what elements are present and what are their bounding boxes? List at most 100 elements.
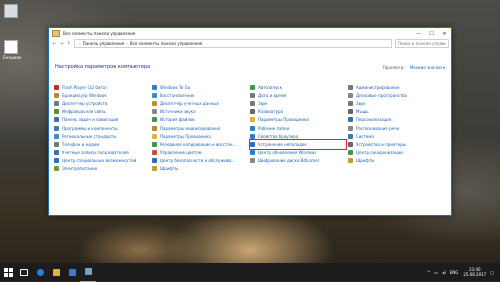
control-panel-item[interactable]: Телефон и модем: [54, 140, 150, 148]
item-label: Устранение неполадок: [258, 141, 307, 147]
header-row: Настройка параметров компьютера Просмотр…: [49, 60, 451, 74]
control-panel-item[interactable]: Управление цветом: [152, 149, 248, 157]
item-icon: [250, 150, 255, 156]
search-input[interactable]: Поиск в панели управления ⌕: [395, 39, 449, 48]
edge-browser-icon[interactable]: [32, 263, 48, 281]
title-bar[interactable]: Все элементы панели управления — ☐ ✕: [49, 28, 451, 39]
close-button[interactable]: ✕: [438, 28, 451, 39]
item-label: Диспетчер устройств: [62, 100, 108, 106]
volume-icon[interactable]: ◂): [442, 270, 446, 275]
item-icon: [250, 125, 255, 131]
control-panel-item[interactable]: Устройства и принтеры: [348, 140, 444, 148]
item-icon: [250, 92, 255, 98]
item-icon: [54, 166, 59, 172]
control-panel-item[interactable]: Центр специальных возможностей: [54, 157, 150, 165]
breadcrumb-control-panel[interactable]: Панель управления: [83, 41, 125, 46]
control-panel-item[interactable]: Брандмауэр Windows: [54, 91, 150, 99]
control-panel-item[interactable]: Параметры Проводника: [152, 132, 248, 140]
control-panel-item[interactable]: Панель задач и навигация: [54, 116, 150, 124]
item-icon: [250, 117, 255, 123]
control-panel-item[interactable]: Диспетчер устройств: [54, 99, 150, 107]
desktop-icon-untitled[interactable]: Безымян: [3, 40, 22, 60]
item-label: Параметры Проводника: [160, 133, 211, 139]
control-panel-item[interactable]: Дата и время: [250, 91, 346, 99]
control-panel-item[interactable]: Резервное копирование и восстан…: [152, 140, 248, 148]
control-panel-item[interactable]: Персонализация: [348, 116, 444, 124]
item-icon: [152, 92, 157, 98]
item-icon: [54, 158, 59, 164]
item-icon: [54, 150, 59, 156]
item-label: Звук: [258, 100, 268, 106]
control-panel-item[interactable]: История файлов: [152, 116, 248, 124]
recycle-bin-icon: [4, 4, 18, 18]
address-box[interactable]: › Панель управления › Все элементы панел…: [74, 39, 392, 48]
item-icon: [152, 109, 157, 115]
task-view-button[interactable]: [16, 263, 32, 281]
control-panel-item[interactable]: Электропитание: [54, 165, 150, 173]
control-panel-icon: [52, 30, 60, 37]
item-label: Центр специальных возможностей: [62, 158, 137, 164]
up-arrow-icon[interactable]: ↑: [65, 41, 72, 47]
minimize-button[interactable]: —: [412, 28, 425, 39]
control-panel-item[interactable]: Мышь: [348, 108, 444, 116]
control-panel-item[interactable]: Windows To Go: [152, 83, 248, 91]
control-panel-item[interactable]: Flash Player (32 бита): [54, 83, 150, 91]
control-panel-item[interactable]: Клавиатура: [250, 108, 346, 116]
control-panel-item[interactable]: Центр обновления Windows: [250, 149, 346, 157]
control-panel-item[interactable]: Центр синхронизации: [348, 149, 444, 157]
item-icon: [54, 125, 59, 131]
clock[interactable]: 23:40 25.08.2017: [463, 267, 486, 277]
control-panel-item[interactable]: Рабочие папки: [250, 124, 346, 132]
control-panel-item[interactable]: Звук: [348, 99, 444, 107]
control-panel-item[interactable]: Параметры индексирования: [152, 124, 248, 132]
item-icon: [348, 133, 353, 139]
item-label: Центр обновления Windows: [258, 150, 317, 156]
control-panel-item[interactable]: Центр безопасности и обслужива…: [152, 157, 248, 165]
control-panel-item[interactable]: Администрирование: [348, 83, 444, 91]
item-icon: [54, 133, 59, 139]
item-label: Windows To Go: [160, 84, 191, 90]
control-panel-item[interactable]: Звук: [250, 99, 346, 107]
breadcrumb-all-items[interactable]: Все элементы панели управления: [130, 41, 202, 46]
store-icon[interactable]: [64, 263, 80, 281]
control-panel-item[interactable]: Шрифты: [348, 157, 444, 165]
control-panel-item[interactable]: Региональные стандарты: [54, 132, 150, 140]
items-column: Автозапуск Дата и время Звук Клавиатура Пара…: [249, 83, 347, 173]
control-panel-item[interactable]: Шрифты: [152, 165, 248, 173]
control-panel-item[interactable]: Устранение неполадок: [249, 139, 347, 150]
control-panel-item[interactable]: Диспетчер учетных данных: [152, 99, 248, 107]
notifications-icon[interactable]: ▢: [490, 270, 494, 275]
control-panel-item[interactable]: Система: [348, 132, 444, 140]
chevron-right-icon: ›: [126, 41, 128, 46]
item-icon: [250, 100, 255, 106]
view-by-dropdown[interactable]: Мелкие значки ▾: [410, 65, 445, 70]
back-arrow-icon[interactable]: ←: [51, 41, 58, 47]
file-explorer-icon[interactable]: [48, 263, 64, 281]
control-panel-item[interactable]: Параметры Проводника: [250, 116, 346, 124]
start-button[interactable]: [0, 263, 16, 281]
forward-arrow-icon[interactable]: →: [58, 41, 65, 47]
desktop-icon-recycle-bin[interactable]: [3, 4, 19, 19]
item-icon: [152, 100, 157, 106]
item-icon: [250, 141, 255, 147]
control-panel-item[interactable]: Автозапуск: [250, 83, 346, 91]
item-label: Электропитание: [62, 166, 98, 172]
control-panel-item[interactable]: Восстановление: [152, 91, 248, 99]
control-panel-item[interactable]: Шифрование диска BitLocker: [250, 157, 346, 165]
item-label: Шрифты: [356, 158, 375, 164]
control-panel-item[interactable]: Источники звука: [152, 108, 248, 116]
maximize-button[interactable]: ☐: [425, 28, 438, 39]
item-label: Восстановление: [160, 92, 195, 98]
item-icon: [250, 84, 255, 90]
language-indicator[interactable]: ENG: [450, 270, 459, 275]
item-label: Дисковые пространства: [356, 92, 408, 98]
control-panel-item[interactable]: Свойства браузера: [250, 132, 346, 140]
network-icon[interactable]: ▭: [434, 270, 438, 275]
control-panel-item[interactable]: Дисковые пространства: [348, 91, 444, 99]
control-panel-item[interactable]: Инфракрасная связь: [54, 108, 150, 116]
tray-chevron-up-icon[interactable]: ^: [427, 270, 430, 275]
control-panel-item[interactable]: Распознавание речи: [348, 124, 444, 132]
control-panel-item[interactable]: Программы и компоненты: [54, 124, 150, 132]
control-panel-item[interactable]: Учетные записи пользователей: [54, 149, 150, 157]
control-panel-taskbar-icon[interactable]: [80, 263, 96, 282]
